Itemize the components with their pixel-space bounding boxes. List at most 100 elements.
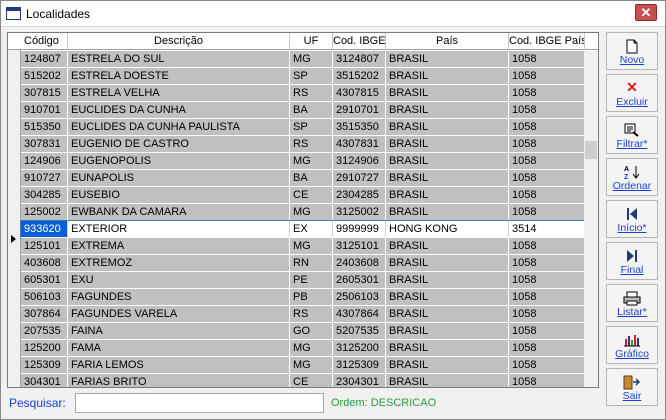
last-button[interactable]: Final xyxy=(606,242,658,280)
cell-descricao[interactable]: EXTERIOR xyxy=(68,221,290,237)
localidades-grid[interactable]: Código Descrição UF Cod. IBGE País Cod. … xyxy=(7,32,599,388)
first-button[interactable]: Início* xyxy=(606,200,658,238)
cell-cod-ibge[interactable]: 9999999 xyxy=(333,221,386,237)
cell-pais[interactable]: BRASIL xyxy=(386,153,509,169)
cell-descricao[interactable]: EUNAPOLIS xyxy=(68,170,290,186)
cell-pais[interactable]: BRASIL xyxy=(386,255,509,271)
cell-descricao[interactable]: FAGUNDES VARELA xyxy=(68,306,290,322)
new-button[interactable]: Novo xyxy=(606,32,658,70)
cell-codigo[interactable]: 307815 xyxy=(21,85,68,101)
cell-cod-ibge[interactable]: 3515350 xyxy=(333,119,386,135)
cell-codigo[interactable]: 403608 xyxy=(21,255,68,271)
cell-pais[interactable]: BRASIL xyxy=(386,187,509,203)
cell-descricao[interactable]: ESTRELA VELHA xyxy=(68,85,290,101)
cell-cod-ibge[interactable]: 3125002 xyxy=(333,204,386,220)
cell-cod-ibge[interactable]: 3124906 xyxy=(333,153,386,169)
cell-cod-ibge-pais[interactable]: 1058 xyxy=(509,255,585,271)
cell-codigo[interactable]: 124906 xyxy=(21,153,68,169)
table-row[interactable]: 403608 EXTREMOZ RN 2403608 BRASIL 1058 xyxy=(21,255,586,272)
column-header-codigo[interactable]: Código xyxy=(21,33,68,50)
cell-uf[interactable]: SP xyxy=(290,68,333,84)
cell-uf[interactable]: PB xyxy=(290,289,333,305)
cell-descricao[interactable]: EUCLIDES DA CUNHA PAULISTA xyxy=(68,119,290,135)
cell-cod-ibge[interactable]: 2605301 xyxy=(333,272,386,288)
table-row[interactable]: 307815 ESTRELA VELHA RS 4307815 BRASIL 1058 xyxy=(21,85,586,102)
table-row[interactable]: 307831 EUGENIO DE CASTRO RS 4307831 BRASIL 10… xyxy=(21,136,586,153)
cell-descricao[interactable]: EXTREMA xyxy=(68,238,290,254)
cell-descricao[interactable]: EWBANK DA CAMARA xyxy=(68,204,290,220)
cell-descricao[interactable]: ESTRELA DOESTE xyxy=(68,68,290,84)
cell-codigo[interactable]: 125002 xyxy=(21,204,68,220)
cell-uf[interactable]: MG xyxy=(290,153,333,169)
cell-cod-ibge-pais[interactable]: 1058 xyxy=(509,102,585,118)
table-row[interactable]: 124807 ESTRELA DO SUL MG 3124807 BRASIL 1058 xyxy=(21,51,586,68)
column-header-descricao[interactable]: Descrição xyxy=(68,33,290,50)
cell-uf[interactable]: PE xyxy=(290,272,333,288)
cell-cod-ibge[interactable]: 3515202 xyxy=(333,68,386,84)
cell-pais[interactable]: BRASIL xyxy=(386,238,509,254)
cell-pais[interactable]: BRASIL xyxy=(386,374,509,387)
cell-cod-ibge-pais[interactable]: 1058 xyxy=(509,340,585,356)
table-row[interactable]: 124906 EUGENOPOLIS MG 3124906 BRASIL 1058 xyxy=(21,153,586,170)
delete-button[interactable]: ✕ Excluir xyxy=(606,74,658,112)
cell-cod-ibge[interactable]: 4307864 xyxy=(333,306,386,322)
search-input[interactable] xyxy=(75,393,324,413)
cell-cod-ibge[interactable]: 2506103 xyxy=(333,289,386,305)
cell-cod-ibge[interactable]: 2910701 xyxy=(333,102,386,118)
chart-button[interactable]: Gráfico xyxy=(606,326,658,364)
cell-cod-ibge[interactable]: 2910727 xyxy=(333,170,386,186)
cell-descricao[interactable]: EUCLIDES DA CUNHA xyxy=(68,102,290,118)
cell-uf[interactable]: RS xyxy=(290,306,333,322)
cell-cod-ibge[interactable]: 4307831 xyxy=(333,136,386,152)
cell-pais[interactable]: BRASIL xyxy=(386,51,509,67)
table-row[interactable]: 605301 EXU PE 2605301 BRASIL 1058 xyxy=(21,272,586,289)
cell-pais[interactable]: BRASIL xyxy=(386,323,509,339)
cell-pais[interactable]: HONG KONG xyxy=(386,221,509,237)
cell-pais[interactable]: BRASIL xyxy=(386,340,509,356)
sort-button[interactable]: AZ Ordenar xyxy=(606,158,658,196)
cell-codigo[interactable]: 605301 xyxy=(21,272,68,288)
table-row[interactable]: 506103 FAGUNDES PB 2506103 BRASIL 1058 xyxy=(21,289,586,306)
cell-cod-ibge-pais[interactable]: 1058 xyxy=(509,306,585,322)
table-row[interactable]: 910701 EUCLIDES DA CUNHA BA 2910701 BRASIL 10… xyxy=(21,102,586,119)
cell-cod-ibge-pais[interactable]: 1058 xyxy=(509,119,585,135)
cell-cod-ibge-pais[interactable]: 1058 xyxy=(509,238,585,254)
list-button[interactable]: Listar* xyxy=(606,284,658,322)
table-row[interactable]: 515202 ESTRELA DOESTE SP 3515202 BRASIL 1058 xyxy=(21,68,586,85)
cell-cod-ibge[interactable]: 2304285 xyxy=(333,187,386,203)
cell-codigo[interactable]: 207535 xyxy=(21,323,68,339)
cell-descricao[interactable]: FAGUNDES xyxy=(68,289,290,305)
filter-button[interactable]: Filtrar* xyxy=(606,116,658,154)
cell-pais[interactable]: BRASIL xyxy=(386,306,509,322)
cell-descricao[interactable]: EXU xyxy=(68,272,290,288)
cell-codigo[interactable]: 125200 xyxy=(21,340,68,356)
cell-uf[interactable]: MG xyxy=(290,340,333,356)
cell-pais[interactable]: BRASIL xyxy=(386,85,509,101)
table-row[interactable]: 515350 EUCLIDES DA CUNHA PAULISTA SP 351535… xyxy=(21,119,586,136)
cell-uf[interactable]: SP xyxy=(290,119,333,135)
cell-pais[interactable]: BRASIL xyxy=(386,289,509,305)
cell-descricao[interactable]: FAMA xyxy=(68,340,290,356)
column-header-cod-ibge-pais[interactable]: Cod. IBGE País xyxy=(509,33,585,50)
cell-pais[interactable]: BRASIL xyxy=(386,119,509,135)
column-header-pais[interactable]: País xyxy=(386,33,509,50)
cell-cod-ibge-pais[interactable]: 1058 xyxy=(509,51,585,67)
column-header-cod-ibge[interactable]: Cod. IBGE xyxy=(333,33,386,50)
cell-uf[interactable]: RN xyxy=(290,255,333,271)
cell-cod-ibge[interactable]: 2403608 xyxy=(333,255,386,271)
cell-cod-ibge[interactable]: 3125200 xyxy=(333,340,386,356)
cell-descricao[interactable]: EUSEBIO xyxy=(68,187,290,203)
cell-uf[interactable]: CE xyxy=(290,187,333,203)
cell-cod-ibge-pais[interactable]: 1058 xyxy=(509,289,585,305)
cell-codigo[interactable]: 910727 xyxy=(21,170,68,186)
column-header-uf[interactable]: UF xyxy=(290,33,333,50)
cell-codigo[interactable]: 515202 xyxy=(21,68,68,84)
cell-cod-ibge-pais[interactable]: 1058 xyxy=(509,204,585,220)
cell-codigo[interactable]: 506103 xyxy=(21,289,68,305)
close-button[interactable]: ✕ xyxy=(635,4,657,21)
cell-uf[interactable]: MG xyxy=(290,357,333,373)
cell-cod-ibge-pais[interactable]: 1058 xyxy=(509,153,585,169)
cell-uf[interactable]: BA xyxy=(290,102,333,118)
cell-uf[interactable]: EX xyxy=(290,221,333,237)
cell-pais[interactable]: BRASIL xyxy=(386,136,509,152)
